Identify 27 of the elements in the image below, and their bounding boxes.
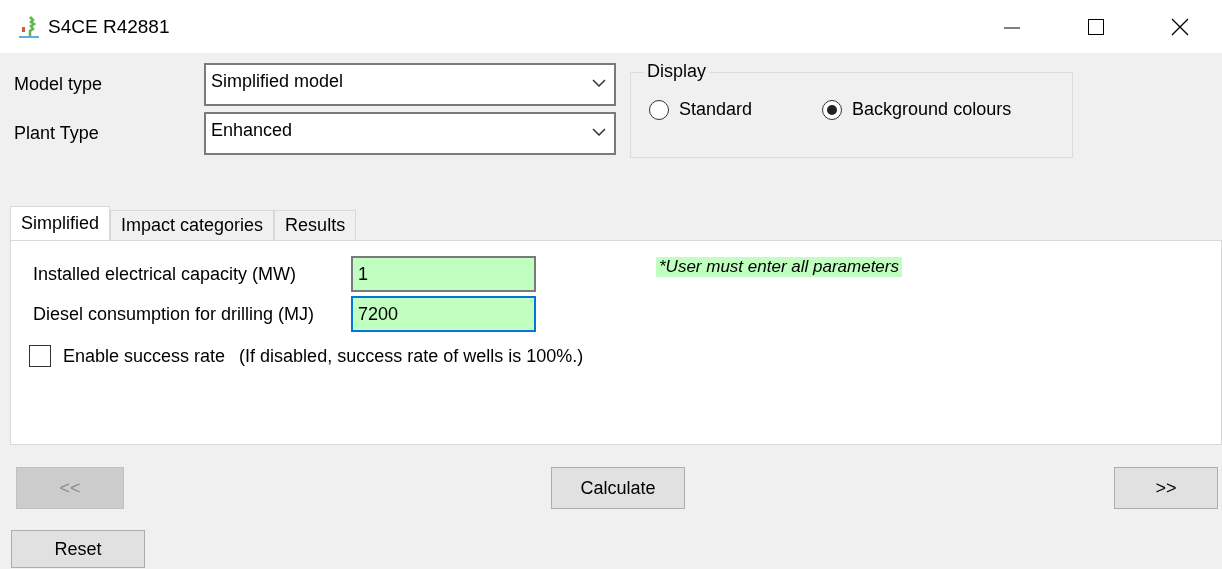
chevron-icon: [592, 128, 606, 136]
field-label: Diesel consumption for drilling (MJ): [33, 303, 316, 325]
reset-button[interactable]: Reset: [11, 530, 145, 568]
field-label: Plant Type: [14, 123, 100, 144]
radio-option[interactable]: Background colours: [822, 99, 1012, 120]
group-title: Display: [644, 61, 710, 82]
close-icon[interactable]: [1171, 17, 1189, 36]
calculate-button[interactable]: Calculate: [551, 467, 685, 509]
maximize-icon[interactable]: [1087, 17, 1105, 36]
tab[interactable]: Simplified: [10, 206, 111, 240]
tab[interactable]: Impact categories: [110, 210, 275, 240]
next-button[interactable]: >>: [1114, 467, 1218, 509]
dropdown[interactable]: Simplified model: [204, 63, 616, 106]
window-title: S4CE R42881: [48, 15, 170, 38]
app-logo-icon: [18, 14, 40, 39]
input-field[interactable]: 7200: [351, 296, 536, 332]
tab[interactable]: Results: [274, 210, 357, 240]
note-text: *User must enter all parameters: [656, 257, 902, 277]
dropdown[interactable]: Enhanced: [204, 112, 616, 155]
field-label: Installed electrical capacity (MW): [33, 263, 298, 285]
field-label: Model type: [14, 74, 104, 95]
input-field[interactable]: 1: [351, 256, 536, 292]
hint-text: (If disabled, success rate of wells is 100%.): [239, 345, 584, 367]
checkbox-label: Enable success rate: [63, 345, 226, 367]
chevron-icon: [592, 79, 606, 87]
checkbox[interactable]: [29, 345, 51, 367]
radio-option[interactable]: Standard: [649, 99, 753, 120]
